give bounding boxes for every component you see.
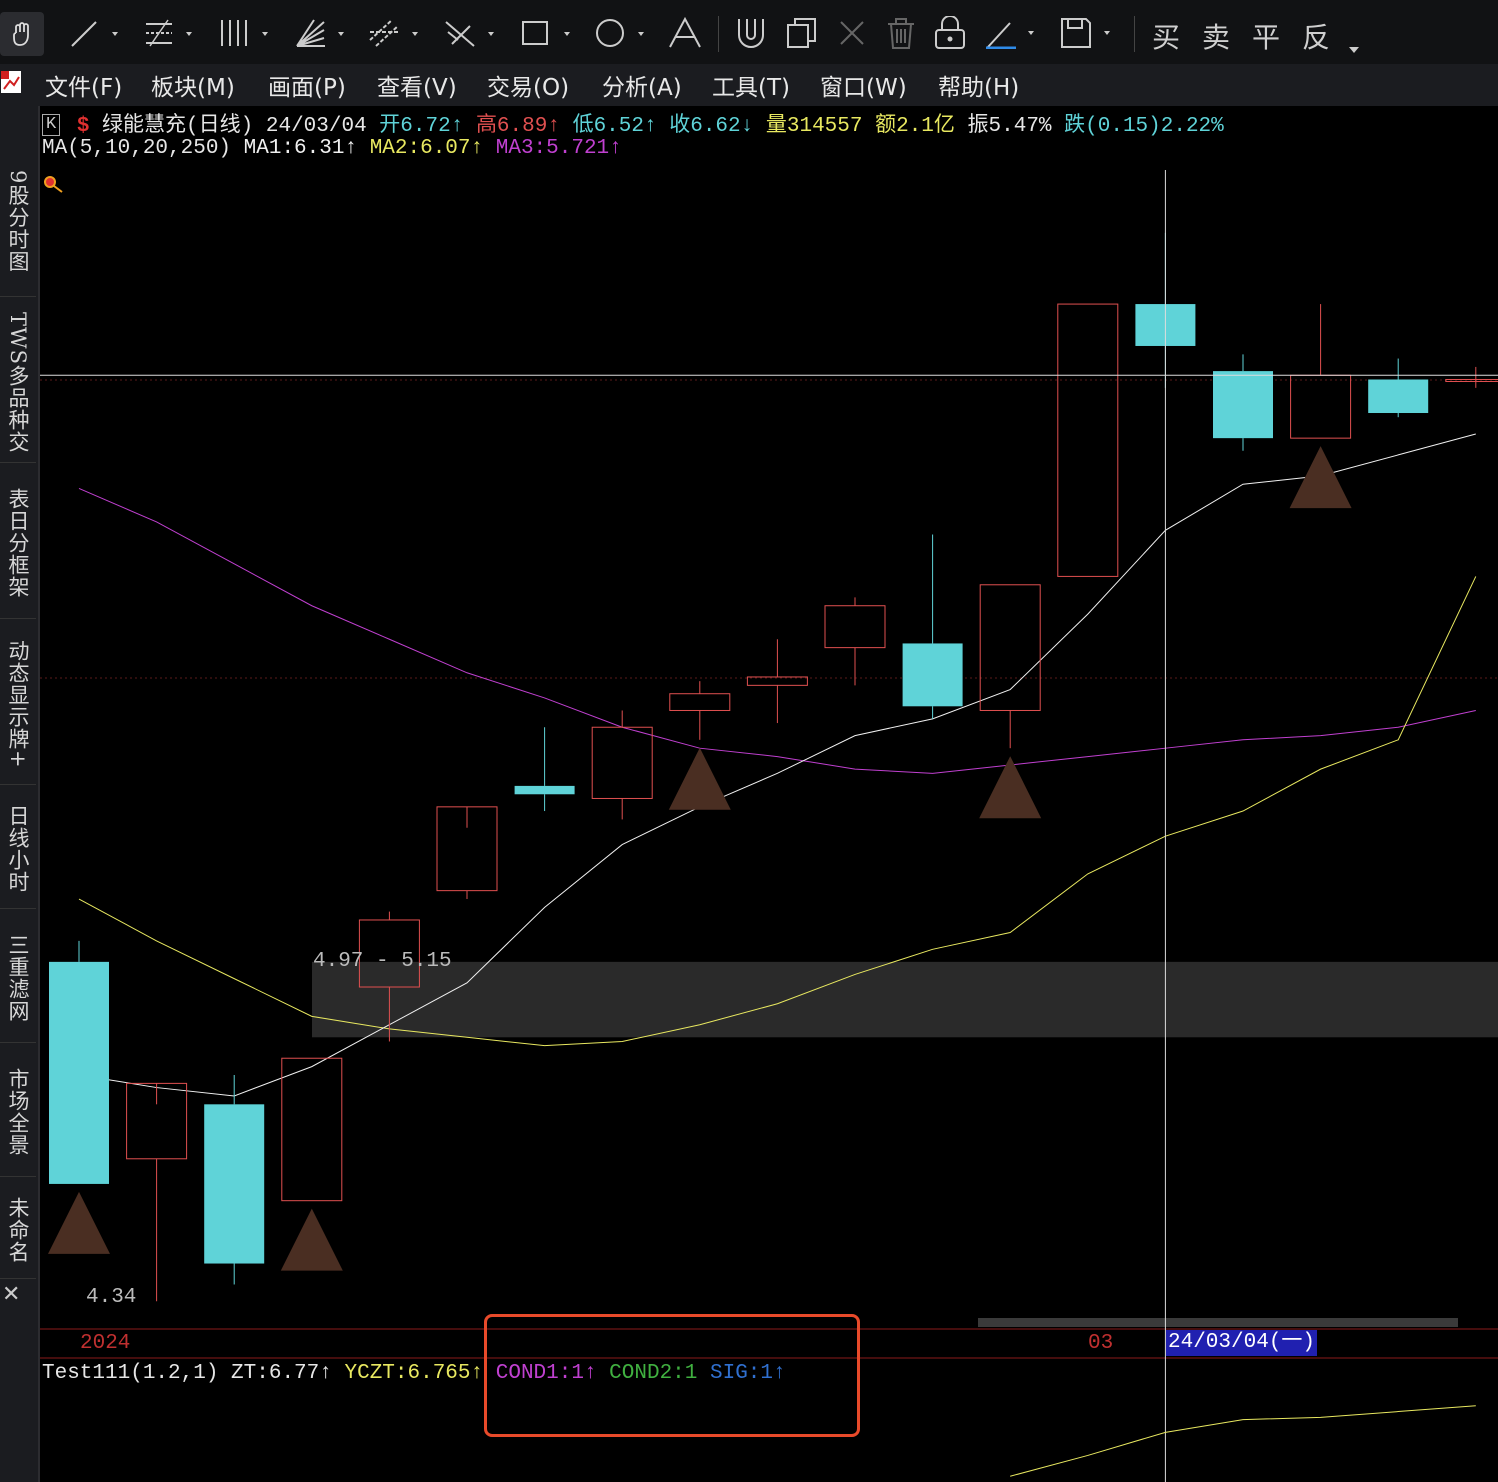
signal-triangle xyxy=(668,747,731,810)
candle-down xyxy=(1368,379,1429,414)
stock-name: 绿能慧充(日线) xyxy=(102,115,254,138)
ma2-arrow: ↑ xyxy=(470,137,484,160)
open-price: 开6.72 xyxy=(379,115,451,138)
amplitude: 振5.47% xyxy=(967,115,1052,138)
candle-up xyxy=(591,726,653,799)
ma-label: MA(5,10,20,250) xyxy=(42,137,232,160)
kline-chart[interactable] xyxy=(0,0,1498,1482)
yczt-arrow: ↑ xyxy=(470,1362,484,1385)
high-price: 高6.89 xyxy=(475,115,548,138)
s-badge: $ xyxy=(76,115,90,138)
candle-down xyxy=(514,785,575,795)
candle-down xyxy=(902,643,963,707)
signal-triangle xyxy=(979,756,1042,819)
ma3-value: MA3:5.721 xyxy=(495,137,610,160)
cursor-date-label: 24/03/04(一) xyxy=(1166,1330,1318,1356)
highlight-box xyxy=(484,1314,860,1437)
quote-date: 24/03/04 xyxy=(265,115,367,138)
ma1-arrow: ↑ xyxy=(344,137,358,160)
close-arrow: ↓ xyxy=(740,115,754,138)
candle-up xyxy=(281,1057,343,1202)
candle-down xyxy=(204,1104,265,1264)
ma3-line xyxy=(78,487,1476,774)
k-badge[interactable]: K xyxy=(42,114,61,137)
candle-down xyxy=(1213,371,1273,439)
ma3-arrow: ↑ xyxy=(609,137,622,160)
time-axis-year: 2024 xyxy=(80,1332,131,1355)
magnifier-icon[interactable] xyxy=(42,174,64,198)
ma1-value: MA1:6.31 xyxy=(243,137,345,160)
low-arrow: ↑ xyxy=(644,115,657,138)
candle-up xyxy=(824,605,886,649)
low-price-label: 4.34 xyxy=(86,1286,137,1309)
signal-triangle xyxy=(280,1208,343,1271)
volume: 量314557 xyxy=(765,115,863,138)
change: 跌(0.15)2.22% xyxy=(1064,115,1224,138)
high-arrow: ↑ xyxy=(547,115,560,138)
close-price: 收6.62 xyxy=(669,115,741,138)
zt-value: ZT:6.77 xyxy=(231,1362,320,1385)
zt-arrow: ↑ xyxy=(319,1362,332,1385)
candle-up xyxy=(979,584,1041,711)
signal-triangle xyxy=(48,1191,110,1254)
price-zone xyxy=(312,961,1498,1038)
indicator-label: Test111(1.2,1) xyxy=(42,1362,219,1385)
low-price: 低6.52 xyxy=(572,115,644,138)
ma-legend: MA(5,10,20,250) MA1:6.31↑ MA2:6.07↑ MA3:… xyxy=(42,137,622,160)
indicator-line xyxy=(1010,1405,1476,1477)
quote-header: K $ 绿能慧充(日线) 24/03/04 开6.72↑ 高6.89↑ 低6.5… xyxy=(42,108,1224,138)
time-axis-month: 03 xyxy=(1088,1332,1114,1355)
candle-down xyxy=(49,961,109,1184)
ma2-value: MA2:6.07 xyxy=(369,137,471,160)
yczt-value: YCZT:6.765 xyxy=(344,1362,471,1385)
signal-triangle xyxy=(1289,446,1352,509)
open-arrow: ↑ xyxy=(450,115,464,138)
candle-up xyxy=(1290,374,1352,439)
candle-up xyxy=(669,693,731,711)
amount: 额2.1亿 xyxy=(875,115,955,138)
zone-label: 4.97 - 5.15 xyxy=(313,950,452,973)
scrollbar xyxy=(978,1318,1458,1327)
candle-up xyxy=(1057,303,1119,577)
